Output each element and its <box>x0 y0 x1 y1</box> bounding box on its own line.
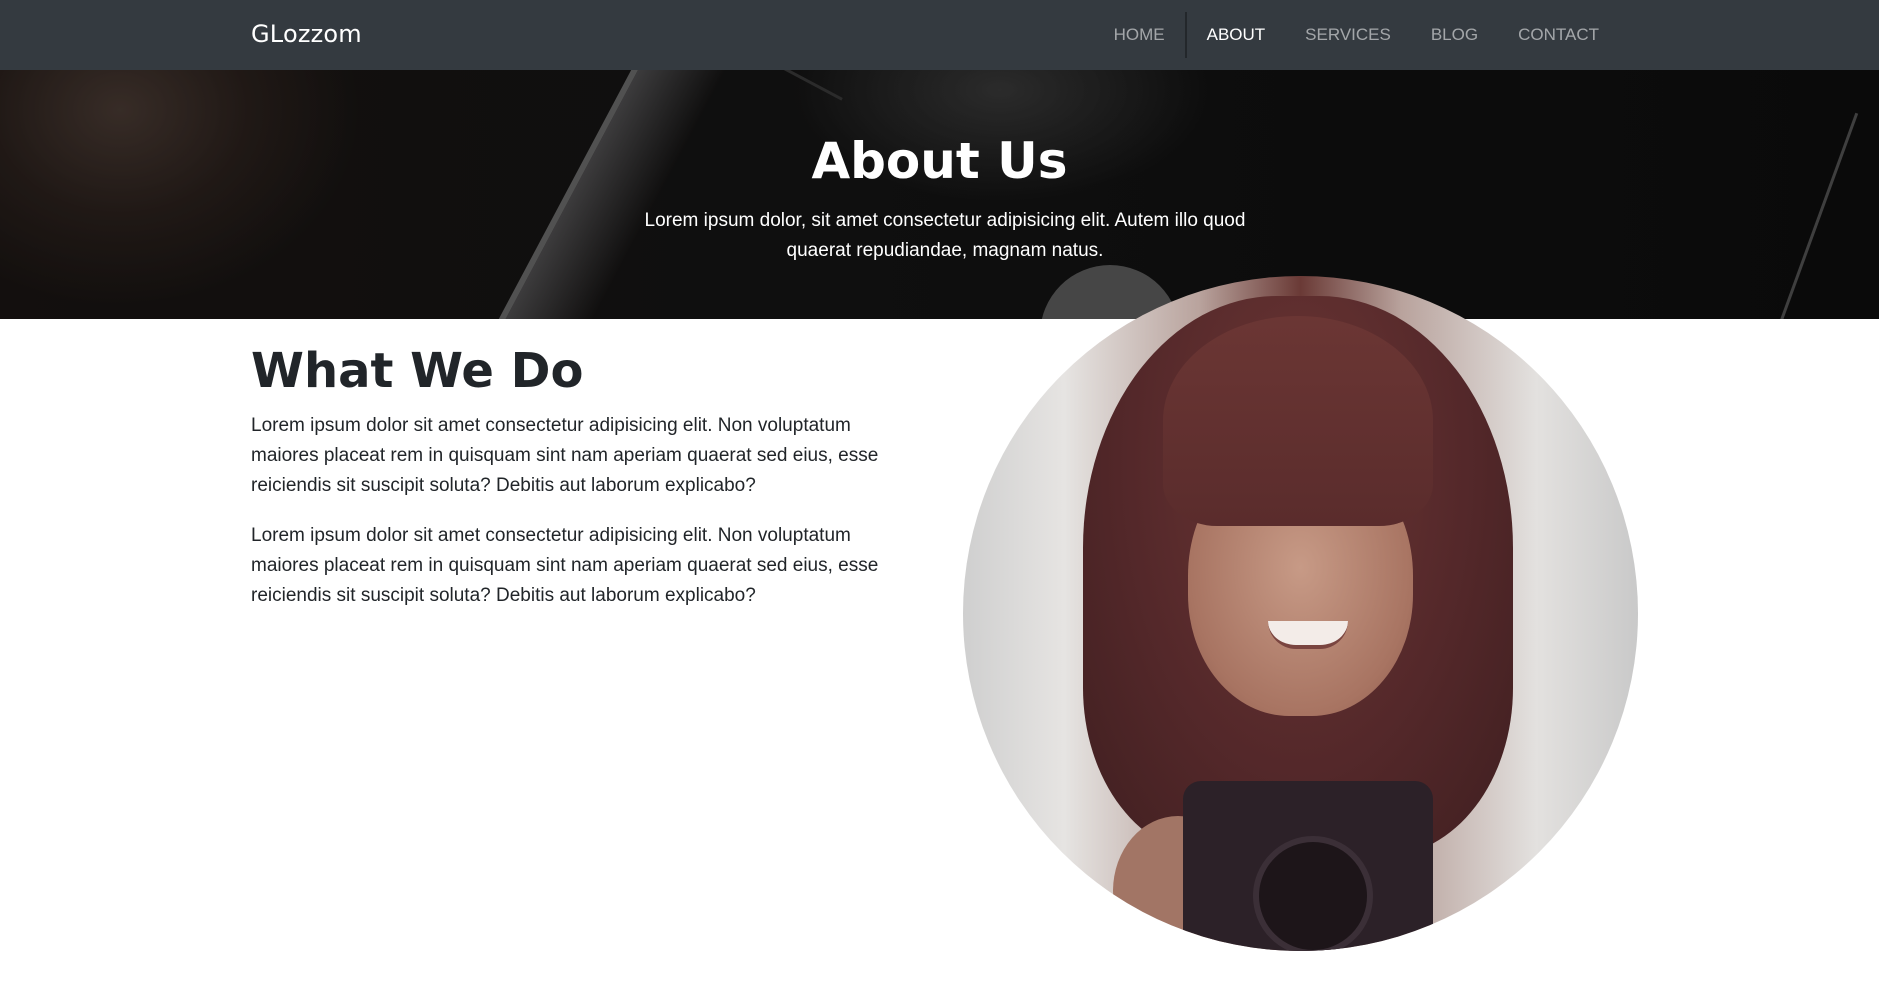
hero-subtitle: Lorem ipsum dolor, sit amet consectetur … <box>644 210 1246 261</box>
brand-logo[interactable]: GLozzom <box>251 20 362 48</box>
hero-title: About Us <box>811 132 1068 190</box>
section-paragraph: Lorem ipsum dolor sit amet consectetur a… <box>251 525 879 606</box>
nav-link-services[interactable]: SERVICES <box>1285 25 1411 45</box>
nav-item-about: ABOUT <box>1187 0 1286 70</box>
nav-link-home[interactable]: HOME <box>1094 25 1185 45</box>
navbar: GLozzom HOME ABOUT SERVICES BLOG CONTACT <box>0 0 1879 70</box>
section-paragraph: Lorem ipsum dolor sit amet consectetur a… <box>251 415 879 496</box>
profile-photo <box>963 276 1638 951</box>
nav-link-blog[interactable]: BLOG <box>1411 25 1498 45</box>
nav-item-blog: BLOG <box>1411 0 1498 70</box>
photo-bangs <box>1163 316 1433 526</box>
hero-banner: About Us Lorem ipsum dolor, sit amet con… <box>0 70 1879 319</box>
nav-item-contact: CONTACT <box>1498 0 1619 70</box>
section-title: What We Do <box>251 343 584 399</box>
nav-item-home: HOME <box>1094 0 1185 70</box>
hero-overlay <box>0 70 1879 319</box>
nav-menu: HOME ABOUT SERVICES BLOG CONTACT <box>1094 0 1619 70</box>
nav-item-services: SERVICES <box>1285 0 1411 70</box>
nav-link-contact[interactable]: CONTACT <box>1498 25 1619 45</box>
camera-lens-icon <box>1253 836 1373 951</box>
nav-link-about[interactable]: ABOUT <box>1187 25 1286 45</box>
